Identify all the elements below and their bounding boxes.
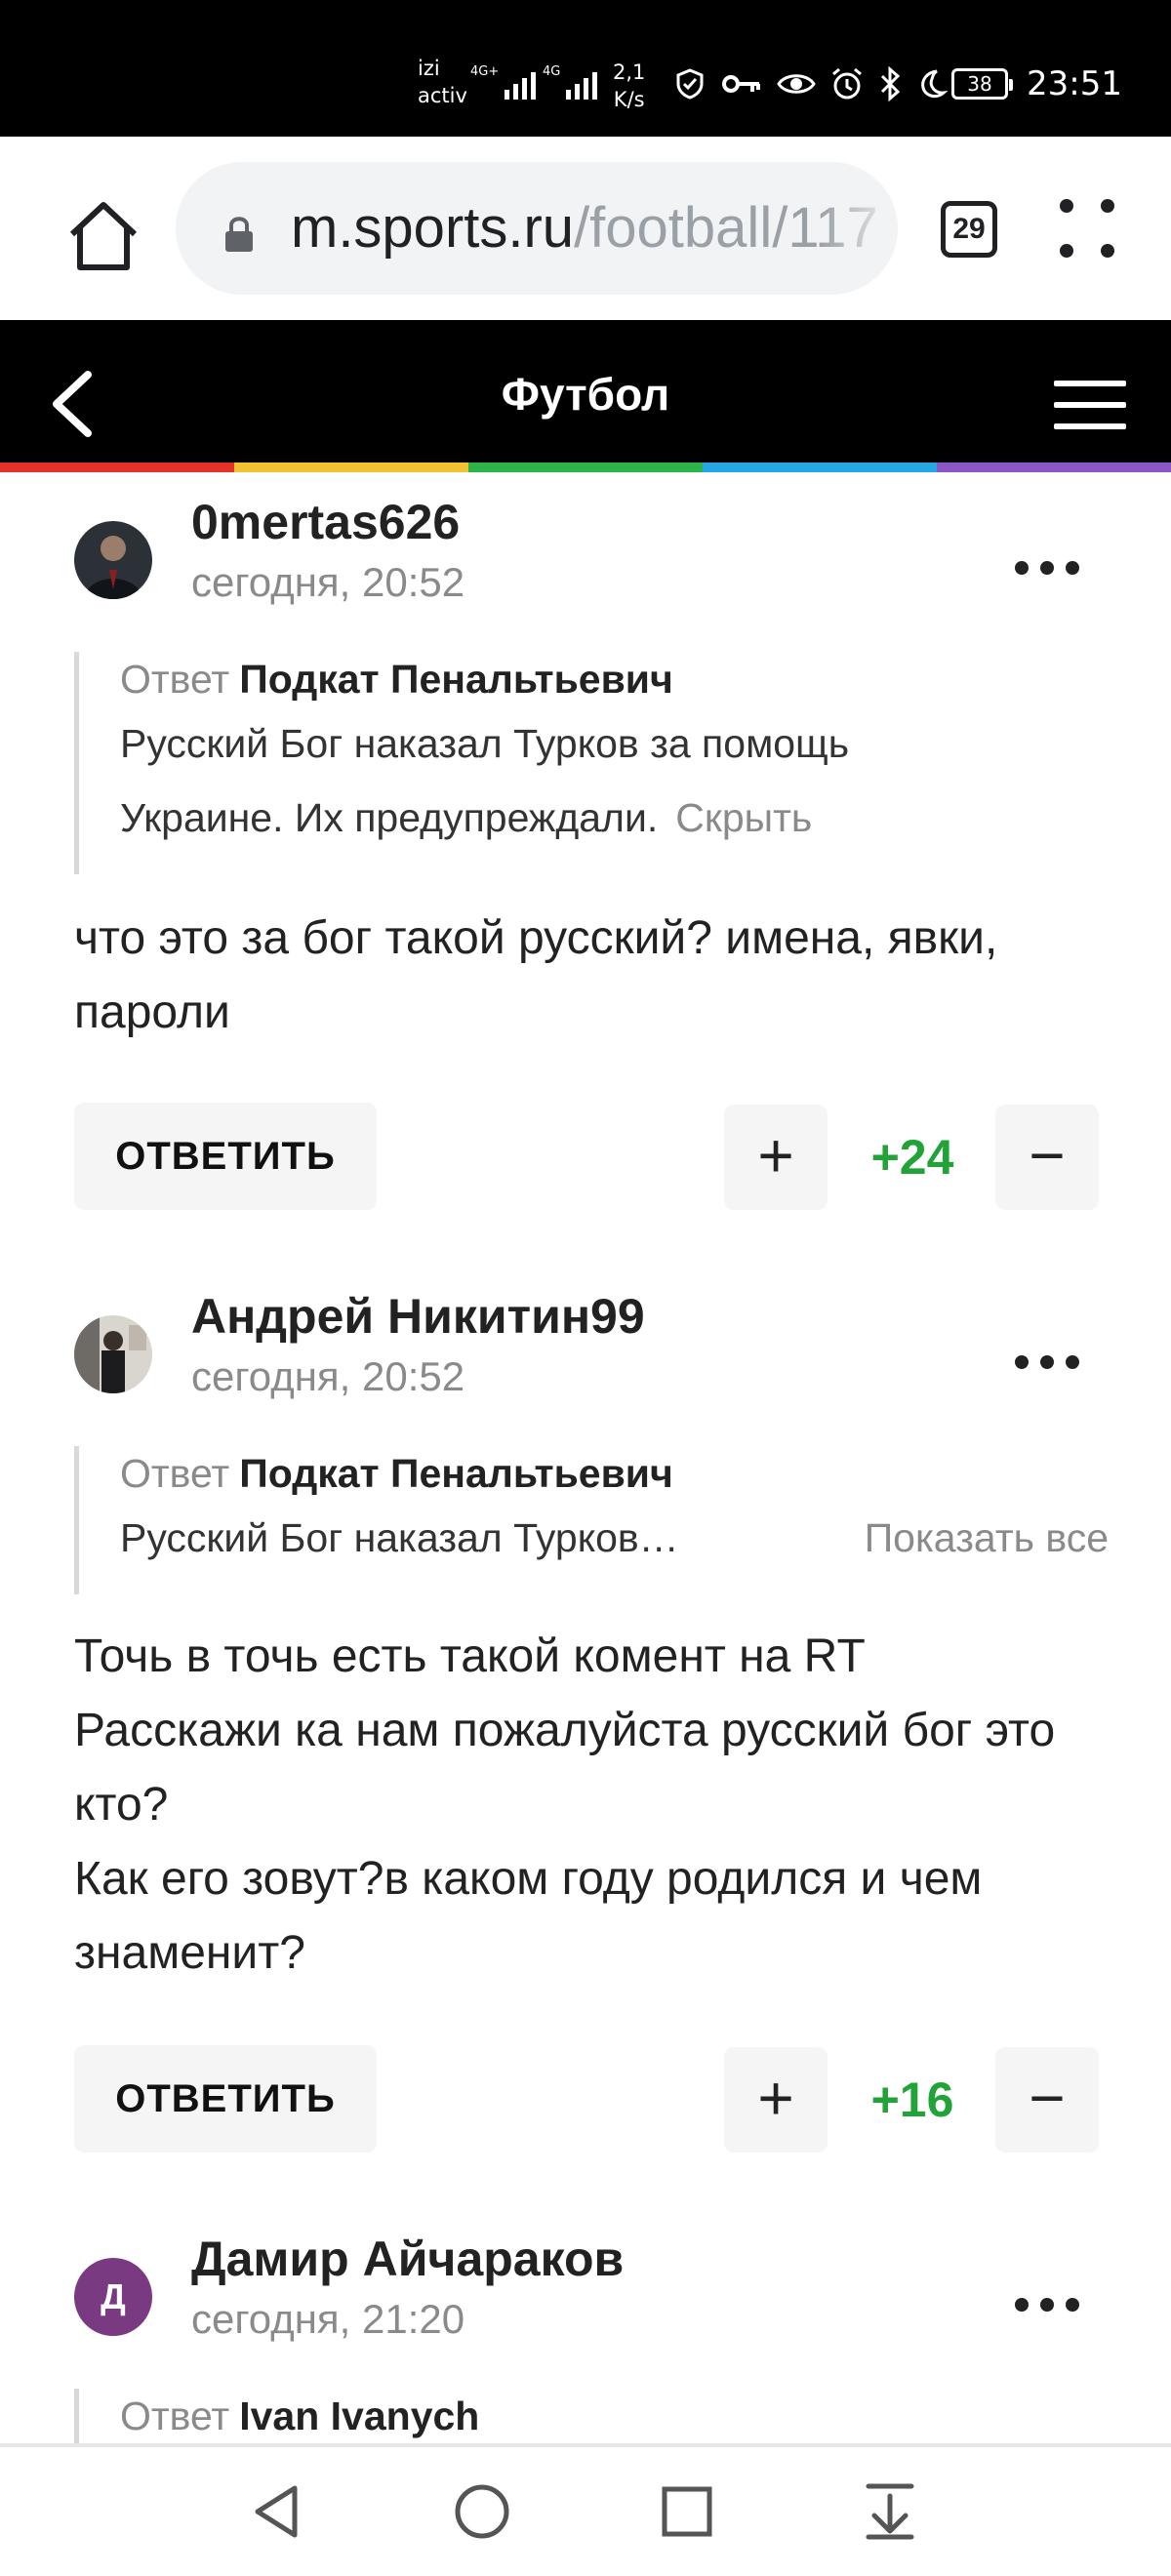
rainbow-segment xyxy=(937,463,1171,472)
quoted-reply: Ответ Подкат Пенальтьевич Русский Бог нак… xyxy=(74,1446,1109,1594)
moon-icon xyxy=(921,69,949,99)
nav-home-icon[interactable] xyxy=(453,2482,511,2541)
reply-button[interactable]: ОТВЕТИТЬ xyxy=(74,1103,377,1210)
lock-icon xyxy=(225,217,253,252)
rainbow-segment xyxy=(703,463,937,472)
quote-header: Ответ Ivan Ivanych xyxy=(120,2389,1109,2443)
site-header: Футбол xyxy=(0,320,1171,468)
comment-score: +16 xyxy=(870,2073,954,2127)
rainbow-segment xyxy=(234,463,468,472)
shield-icon xyxy=(676,68,704,100)
upvote-button[interactable]: + xyxy=(724,1105,828,1210)
quote-author[interactable]: Подкат Пенальтьевич xyxy=(239,657,673,702)
key-icon xyxy=(722,75,760,93)
avatar[interactable]: Д xyxy=(74,2258,152,2336)
tab-count: 29 xyxy=(952,213,986,245)
battery-icon: 38 xyxy=(951,68,1013,100)
quote-text-content: Русский Бог наказал Турков… xyxy=(120,1515,679,1560)
hide-quote-link[interactable]: Скрыть xyxy=(675,795,812,840)
quote-label: Ответ xyxy=(120,2394,230,2438)
carrier-label: izi activ xyxy=(418,55,467,109)
rainbow-segment xyxy=(0,463,234,472)
status-icons xyxy=(673,62,949,105)
hamburger-menu-icon[interactable] xyxy=(1054,381,1126,429)
speed-value: 2,1 xyxy=(613,60,646,84)
more-options-icon[interactable] xyxy=(1015,1352,1079,1372)
network-type-1: 4G+ xyxy=(470,64,500,79)
quoted-reply: Ответ Ivan Ivanych xyxy=(74,2389,1109,2443)
alarm-icon xyxy=(832,67,862,100)
comment-body: что это за бог такой русский? имена, явк… xyxy=(74,912,998,1038)
show-all-link[interactable]: Показать все xyxy=(865,1501,1109,1575)
quote-author[interactable]: Подкат Пенальтьевич xyxy=(239,1451,673,1496)
avatar[interactable] xyxy=(74,1315,152,1393)
browser-menu-icon[interactable] xyxy=(1060,199,1114,262)
signal-icon: 4G+ xyxy=(470,64,537,100)
status-bar: izi activ 4G+ 4G 2,1 K/s 38 23:51 xyxy=(0,0,1171,137)
comments-feed: 0mertas626 сегодня, 20:52 Ответ Подкат Пе… xyxy=(0,472,1171,2443)
address-bar[interactable]: m.sports.ru/football/117 xyxy=(176,162,898,295)
quote-label: Ответ xyxy=(120,1451,230,1496)
more-options-icon[interactable] xyxy=(1015,2295,1079,2314)
signal-icon: 4G xyxy=(543,64,598,100)
tab-switcher-button[interactable]: 29 xyxy=(941,201,997,258)
quoted-reply: Ответ Подкат Пенальтьевич Русский Бог нак… xyxy=(74,652,1109,874)
comment-author[interactable]: 0mertas626 xyxy=(191,494,460,550)
page-title: Футбол xyxy=(501,369,670,420)
carrier-line-1: izi xyxy=(418,57,440,80)
bluetooth-icon xyxy=(880,66,901,101)
comment-time: сегодня, 20:52 xyxy=(191,1353,465,1399)
system-nav-bar xyxy=(0,2443,1171,2576)
url-text: m.sports.ru/football/117 xyxy=(291,197,878,260)
nav-notifications-icon[interactable] xyxy=(863,2480,917,2541)
quote-author[interactable]: Ivan Ivanych xyxy=(239,2394,479,2438)
url-host: m.sports.ru xyxy=(291,196,575,260)
network-type-2: 4G xyxy=(543,64,561,79)
quote-text: Русский Бог наказал Турков за помощь Укр… xyxy=(120,706,998,855)
network-speed: 2,1 K/s xyxy=(613,59,645,113)
avatar[interactable] xyxy=(74,521,152,599)
carrier-line-2: activ xyxy=(418,84,467,107)
quote-row: Русский Бог наказал Турков… Показать все xyxy=(120,1501,1109,1575)
comment-score: +24 xyxy=(870,1130,954,1185)
more-options-icon[interactable] xyxy=(1015,558,1079,578)
quote-header: Ответ Подкат Пенальтьевич xyxy=(120,1446,1109,1501)
reply-button[interactable]: ОТВЕТИТЬ xyxy=(74,2045,377,2153)
nav-recents-icon[interactable] xyxy=(660,2484,714,2539)
nav-back-icon[interactable] xyxy=(250,2482,304,2541)
upvote-button[interactable]: + xyxy=(724,2047,828,2153)
clock: 23:51 xyxy=(1027,64,1122,103)
downvote-button[interactable]: − xyxy=(995,1105,1099,1210)
downvote-button[interactable]: − xyxy=(995,2047,1099,2153)
browser-toolbar: m.sports.ru/football/117 29 xyxy=(0,137,1171,320)
rainbow-segment xyxy=(468,463,703,472)
quote-label: Ответ xyxy=(120,657,230,702)
comment-author[interactable]: Андрей Никитин99 xyxy=(191,1288,645,1345)
quote-header: Ответ Подкат Пенальтьевич xyxy=(120,652,1109,706)
comment-author[interactable]: Дамир Айчараков xyxy=(191,2231,624,2287)
speed-unit: K/s xyxy=(613,88,645,111)
home-icon[interactable] xyxy=(62,195,144,277)
rainbow-divider xyxy=(0,463,1171,472)
comment-time: сегодня, 20:52 xyxy=(191,559,465,605)
comment-time: сегодня, 21:20 xyxy=(191,2296,465,2342)
eye-icon xyxy=(777,74,816,94)
battery-level: 38 xyxy=(967,72,992,96)
comment-body: Точь в точь есть такой комент на RT Расс… xyxy=(74,1630,1056,1979)
